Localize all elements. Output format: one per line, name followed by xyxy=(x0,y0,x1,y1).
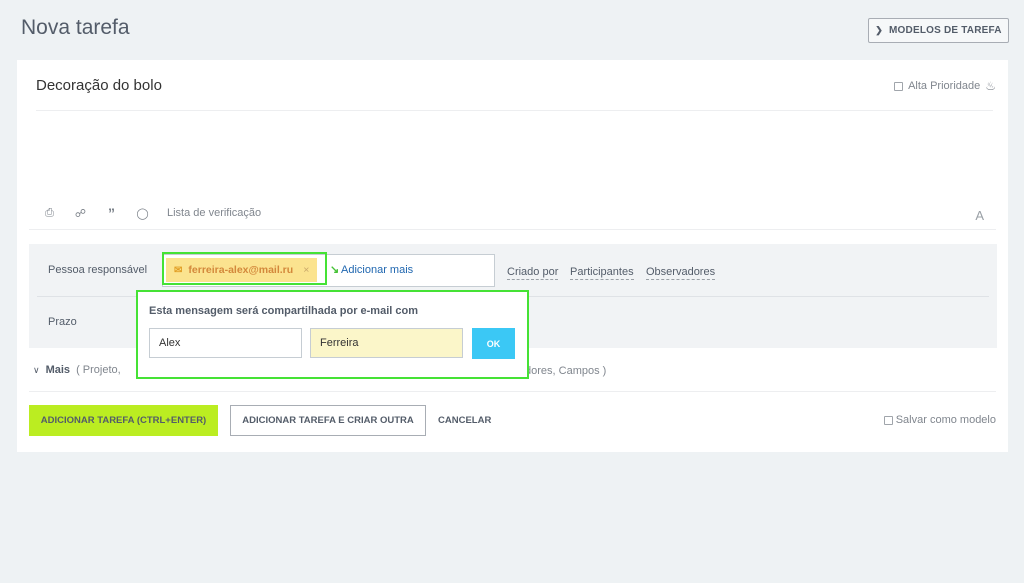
divider xyxy=(29,229,996,230)
chevron-down-icon: ❯ xyxy=(875,25,884,35)
mention-user-icon[interactable]: ◯ xyxy=(134,207,151,220)
observers-link[interactable]: Observadores xyxy=(646,266,716,280)
save-as-template[interactable]: Salvar como modelo xyxy=(883,414,996,426)
text-format-icon[interactable]: A xyxy=(975,208,984,223)
arrow-icon: ↘ xyxy=(330,264,340,276)
participants-link[interactable]: Participantes xyxy=(570,266,634,280)
responsible-label: Pessoa responsável xyxy=(48,264,148,276)
more-label: Mais xyxy=(45,364,71,376)
last-name-input[interactable]: Ferreira xyxy=(310,328,463,358)
cancel-button[interactable]: CANCELAR xyxy=(438,415,491,426)
high-priority-toggle[interactable]: Alta Prioridade ♨ xyxy=(894,79,996,93)
flame-icon: ♨ xyxy=(985,79,996,93)
add-and-create-button[interactable]: ADICIONAR TAREFA E CRIAR OUTRA xyxy=(230,405,426,436)
page-title: Nova tarefa xyxy=(21,16,130,39)
task-title-input[interactable]: Decoração do bolo xyxy=(36,77,162,94)
add-task-button[interactable]: ADICIONAR TAREFA (CTRL+ENTER) xyxy=(29,405,218,436)
chevron-down-icon: ∨ xyxy=(33,364,40,375)
divider xyxy=(29,391,996,392)
created-by-link[interactable]: Criado por xyxy=(507,266,559,280)
more-fields-end: dores, Campos ) xyxy=(525,365,607,377)
task-templates-label: MODELOS DE TAREFA xyxy=(889,25,1002,36)
ok-button[interactable]: OK xyxy=(472,328,515,359)
link-icon[interactable]: ☍ xyxy=(72,207,89,220)
first-name-input[interactable]: Alex xyxy=(149,328,302,358)
quote-icon[interactable]: ” xyxy=(103,205,120,221)
chip-highlight xyxy=(162,252,327,285)
attach-file-icon[interactable]: ⎙ xyxy=(41,207,58,220)
checklist-button[interactable]: Lista de verificação xyxy=(167,207,261,219)
popup-title: Esta mensagem será compartilhada por e-m… xyxy=(149,305,418,317)
more-fields-start: ( Projeto, xyxy=(76,364,121,376)
editor-toolbar: ⎙ ☍ ” ◯ Lista de verificação xyxy=(41,205,261,221)
high-priority-label: Alta Prioridade xyxy=(908,80,981,92)
task-form: Decoração do bolo Alta Prioridade ♨ ⎙ ☍ … xyxy=(17,60,1008,452)
more-section-toggle[interactable]: ∨ Mais ( Projeto, xyxy=(33,364,121,376)
deadline-label: Prazo xyxy=(48,316,77,328)
divider xyxy=(36,110,993,111)
save-template-checkbox[interactable] xyxy=(883,415,893,425)
add-more-link[interactable]: Adicionar mais xyxy=(341,264,413,276)
task-templates-button[interactable]: ❯ MODELOS DE TAREFA xyxy=(868,18,1009,43)
save-template-label: Salvar como modelo xyxy=(895,414,996,426)
high-priority-checkbox[interactable] xyxy=(894,81,904,91)
email-share-popup: Esta mensagem será compartilhada por e-m… xyxy=(136,290,529,379)
